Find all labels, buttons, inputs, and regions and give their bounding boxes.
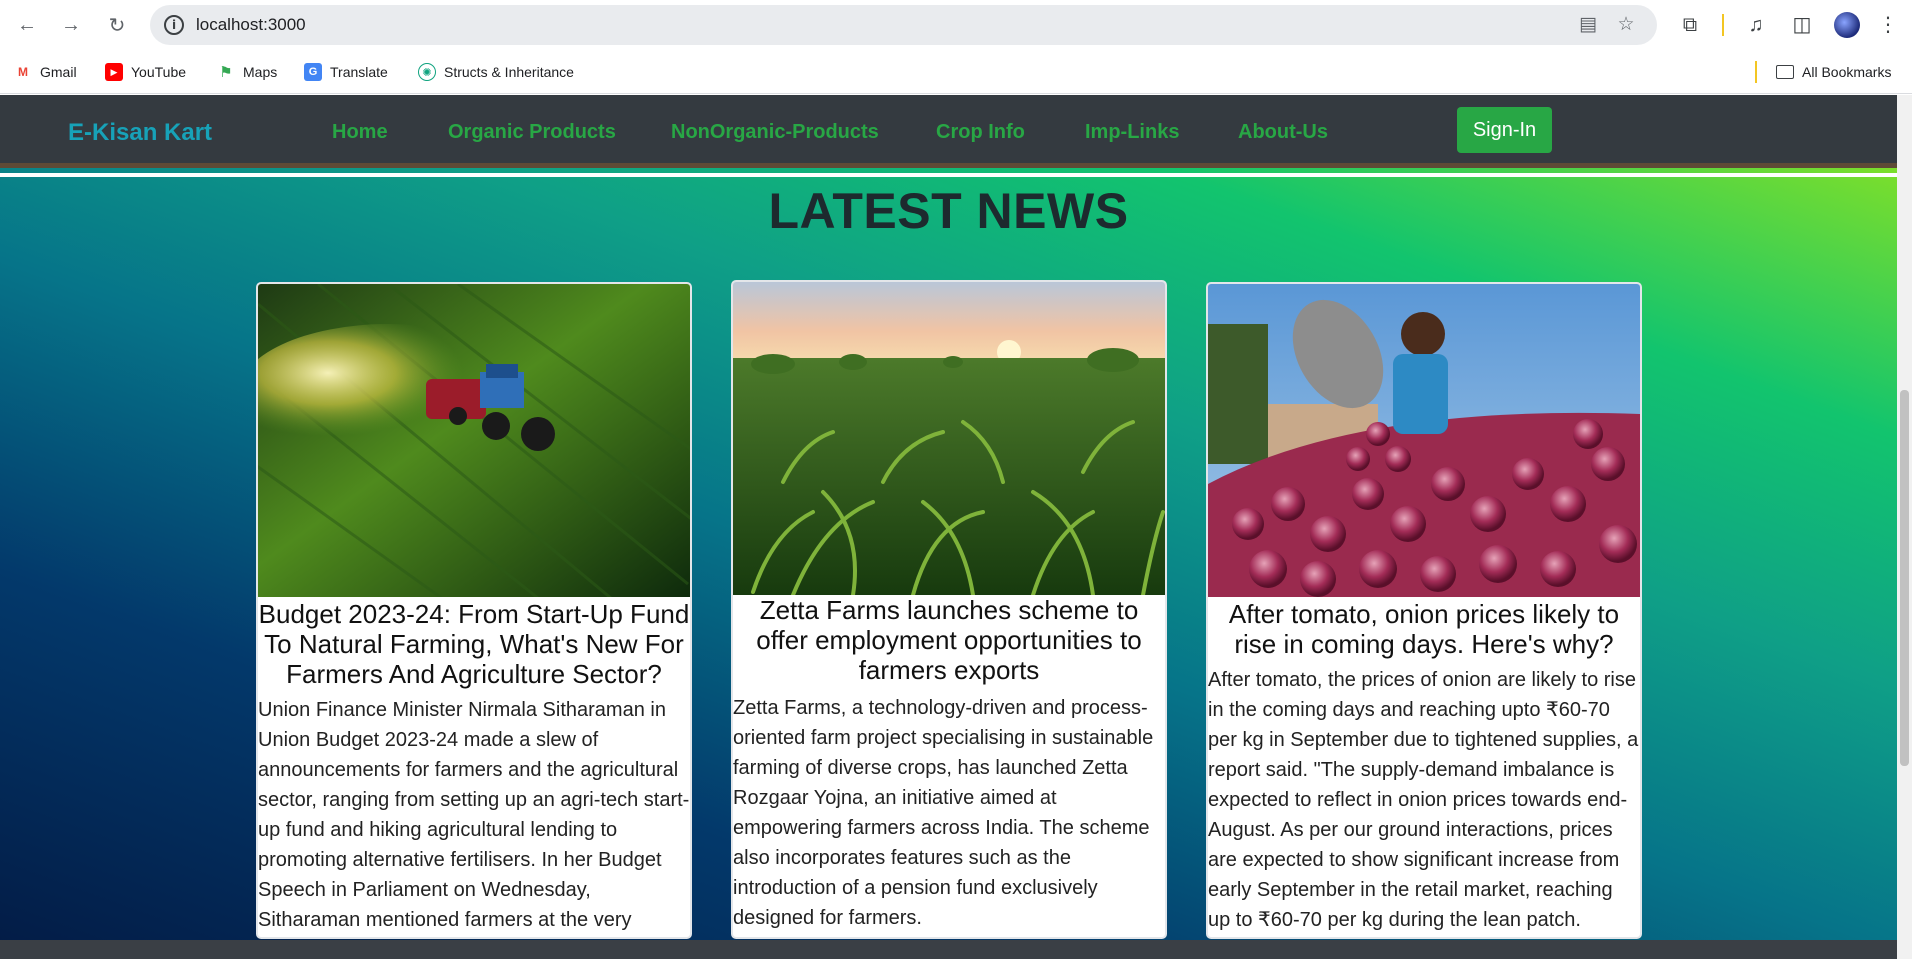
gmail-icon: M bbox=[18, 65, 28, 79]
bookmarks-divider bbox=[1755, 61, 1757, 83]
bookmark-label: YouTube bbox=[131, 64, 187, 80]
profile-avatar[interactable] bbox=[1834, 12, 1860, 38]
nav-home[interactable]: Home bbox=[332, 121, 388, 144]
reload-icon[interactable]: ↻ bbox=[101, 9, 133, 41]
corn-field-sunset-image bbox=[733, 282, 1165, 595]
nav-imp-links[interactable]: Imp-Links bbox=[1085, 121, 1179, 144]
news-card[interactable]: After tomato, onion prices likely to ris… bbox=[1206, 282, 1642, 939]
site-info-icon[interactable]: i bbox=[164, 15, 184, 35]
url-text[interactable]: localhost:3000 bbox=[196, 15, 306, 35]
bookmark-label: Translate bbox=[330, 64, 388, 80]
news-card-text: After tomato, the prices of onion are li… bbox=[1208, 669, 1639, 931]
section-divider bbox=[0, 173, 1897, 177]
address-bar[interactable]: i localhost:3000 ▤ ☆ bbox=[150, 5, 1657, 45]
bookmark-star-icon[interactable]: ☆ bbox=[1614, 13, 1638, 37]
latest-news-heading: LATEST NEWS bbox=[768, 183, 1129, 239]
bookmark-youtube[interactable]: ▶ YouTube bbox=[105, 61, 186, 83]
news-card[interactable]: Zetta Farms launches scheme to offer emp… bbox=[731, 280, 1167, 939]
nav-about-us[interactable]: About-Us bbox=[1238, 121, 1328, 144]
news-card-text: Union Finance Minister Nirmala Sitharama… bbox=[258, 699, 690, 931]
all-bookmarks[interactable]: All Bookmarks bbox=[1776, 61, 1891, 83]
maps-icon: ⚑ bbox=[219, 64, 233, 81]
news-card-title[interactable]: Zetta Farms launches scheme to offer emp… bbox=[733, 595, 1165, 685]
all-bookmarks-label: All Bookmarks bbox=[1802, 64, 1892, 80]
menu-kebab-icon[interactable]: ⋮ bbox=[1874, 11, 1902, 39]
extensions-icon[interactable]: ⧉ bbox=[1676, 11, 1704, 39]
browser-toolbar: ← → ↻ i localhost:3000 ▤ ☆ ⧉ ♫ ◫ ⋮ bbox=[0, 0, 1912, 50]
bookmark-translate[interactable]: G Translate bbox=[304, 61, 388, 83]
news-card-text: Zetta Farms, a technology-driven and pro… bbox=[733, 697, 1154, 929]
nav-crop-info[interactable]: Crop Info bbox=[936, 121, 1025, 144]
media-control-icon[interactable]: ♫ bbox=[1742, 11, 1770, 39]
site-navbar: E-Kisan Kart Home Organic Products NonOr… bbox=[0, 95, 1897, 168]
folder-icon bbox=[1776, 65, 1794, 79]
news-card-title[interactable]: Budget 2023-24: From Start-Up Fund To Na… bbox=[258, 599, 690, 689]
page-content: E-Kisan Kart Home Organic Products NonOr… bbox=[0, 95, 1897, 959]
footer-edge bbox=[0, 940, 1897, 959]
tractor-spraying-field-image bbox=[258, 284, 690, 597]
back-arrow-icon[interactable]: ← bbox=[11, 9, 43, 41]
nav-nonorganic-products[interactable]: NonOrganic-Products bbox=[671, 121, 879, 144]
side-panel-icon[interactable]: ◫ bbox=[1788, 11, 1816, 39]
bookmark-label: Gmail bbox=[40, 64, 77, 80]
bookmark-structs[interactable]: ✺ Structs & Inheritance bbox=[418, 61, 574, 83]
bookmark-maps[interactable]: ⚑ Maps bbox=[217, 61, 277, 83]
toolbar-divider bbox=[1722, 14, 1724, 36]
onion-pile-image bbox=[1208, 284, 1640, 597]
bookmark-gmail[interactable]: M Gmail bbox=[14, 61, 77, 83]
youtube-icon: ▶ bbox=[105, 63, 123, 81]
scrollbar-thumb[interactable] bbox=[1900, 390, 1909, 766]
chatgpt-icon: ✺ bbox=[418, 63, 436, 81]
nav-organic-products[interactable]: Organic Products bbox=[448, 121, 616, 144]
sign-in-button[interactable]: Sign-In bbox=[1457, 107, 1552, 153]
brand-logo[interactable]: E-Kisan Kart bbox=[68, 119, 212, 147]
forward-arrow-icon[interactable]: → bbox=[55, 9, 87, 41]
bookmark-label: Maps bbox=[243, 64, 278, 80]
bookmark-label: Structs & Inheritance bbox=[444, 64, 574, 80]
install-app-icon[interactable]: ▤ bbox=[1576, 13, 1600, 37]
news-card[interactable]: Budget 2023-24: From Start-Up Fund To Na… bbox=[256, 282, 692, 939]
bookmarks-bar: M Gmail ▶ YouTube ⚑ Maps G Translate ✺ S… bbox=[0, 50, 1912, 94]
translate-icon: G bbox=[304, 63, 322, 81]
news-card-title[interactable]: After tomato, onion prices likely to ris… bbox=[1208, 599, 1640, 659]
